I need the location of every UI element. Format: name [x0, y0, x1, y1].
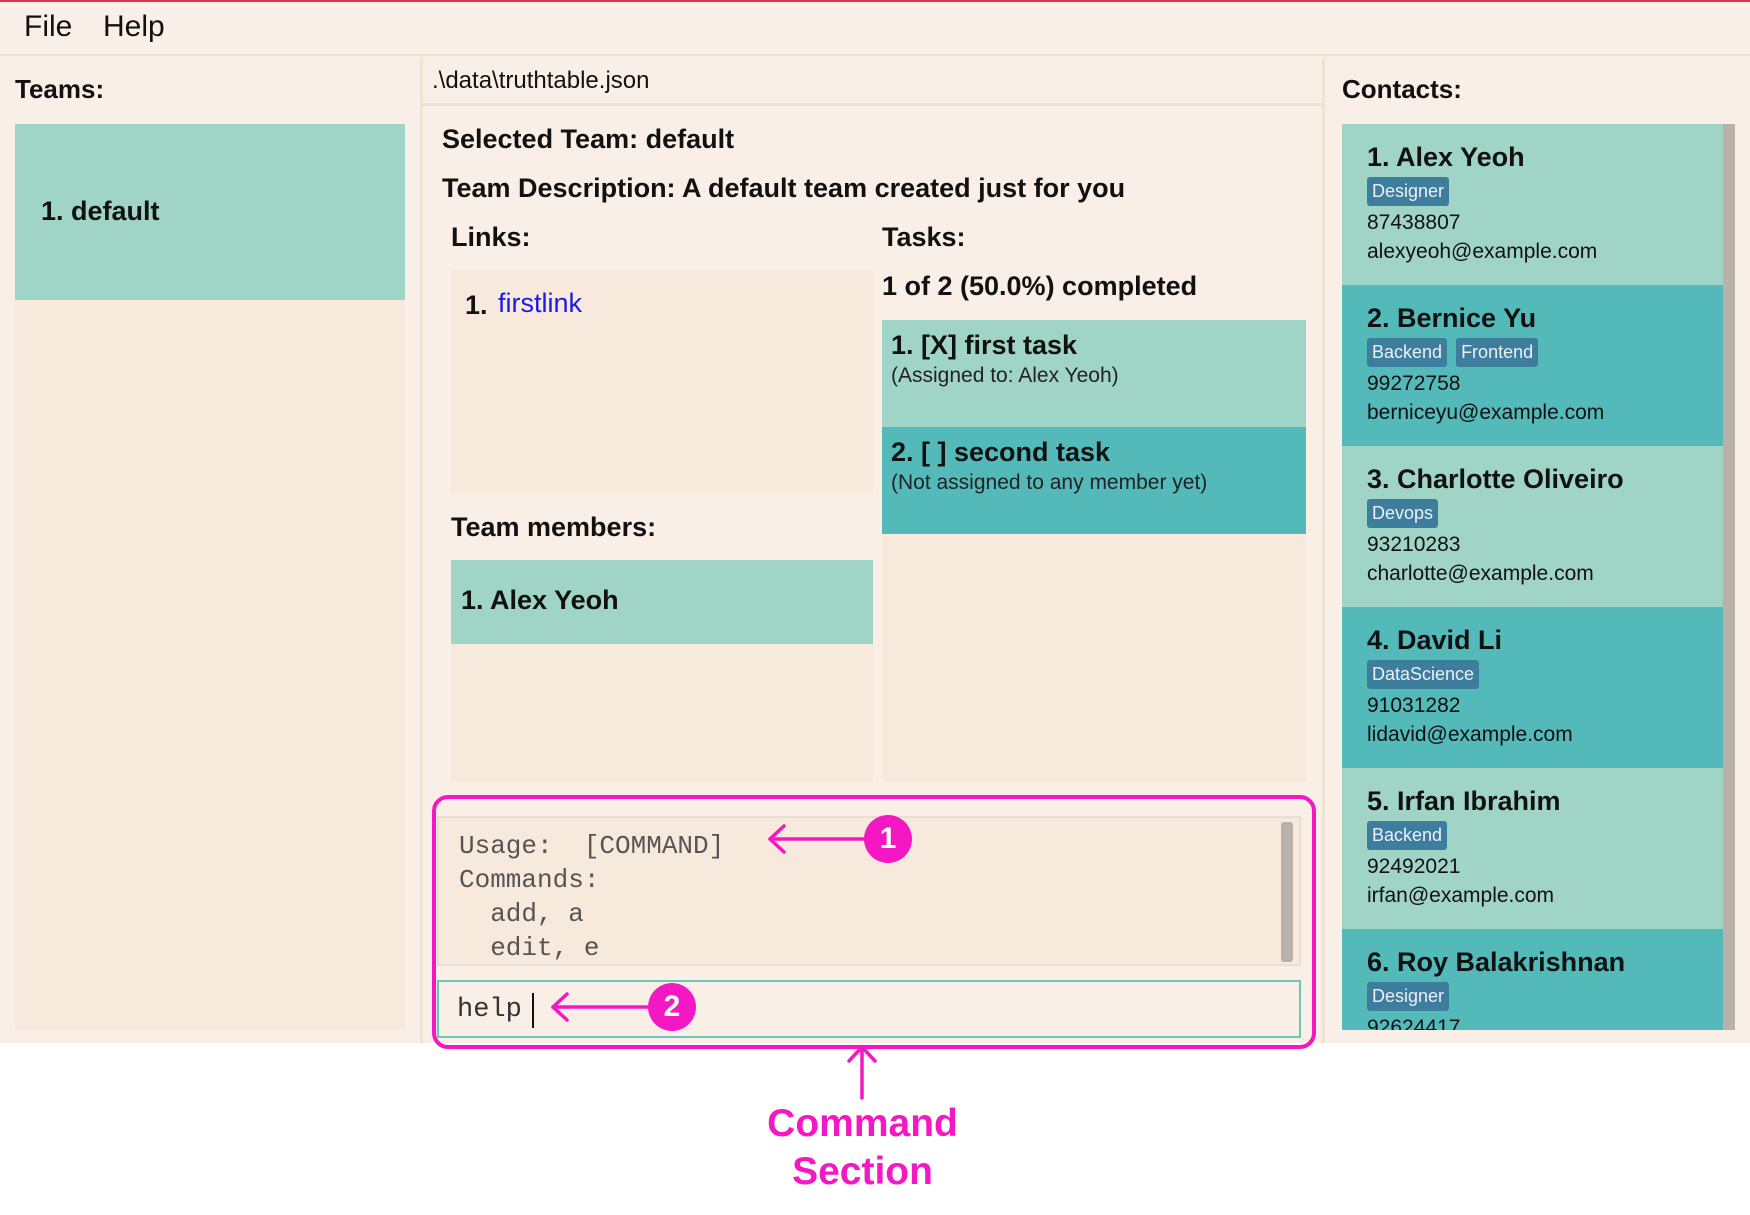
caption-line-2: Section [792, 1150, 933, 1193]
annotation-arrows [551, 824, 877, 1100]
caption-line-1: Command [767, 1102, 958, 1145]
badge-1: 1 [864, 815, 912, 863]
badge-2: 2 [648, 983, 696, 1031]
annotation-caption: Command Section [700, 1100, 1025, 1196]
